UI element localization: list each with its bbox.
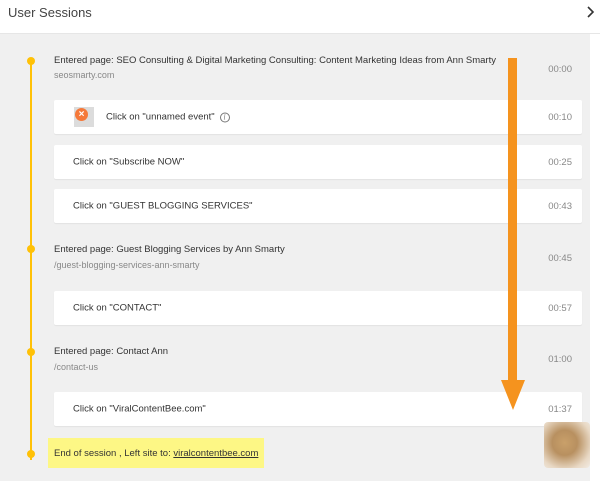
page-entry-title: Entered page: Contact Ann bbox=[54, 346, 169, 357]
end-of-session-text: End of session , Left site to: viralcont… bbox=[54, 448, 258, 459]
event-icon: × bbox=[74, 107, 94, 127]
click-event-label: Click on "CONTACT" bbox=[73, 302, 162, 314]
down-arrow-icon bbox=[501, 58, 525, 410]
page-entry-title: Entered page: Guest Blogging Services by… bbox=[54, 244, 285, 255]
entry-time: 01:00 bbox=[548, 354, 572, 365]
click-event-label: Click on "GUEST BLOGGING SERVICES" bbox=[73, 200, 253, 212]
entry-time: 00:43 bbox=[548, 201, 572, 212]
click-event-label: Click on "ViralContentBee.com" bbox=[73, 403, 206, 415]
page-entry-url[interactable]: /contact-us bbox=[54, 362, 98, 372]
entry-time: 00:00 bbox=[548, 64, 572, 75]
page-entry-url[interactable]: /guest-blogging-services-ann-smarty bbox=[54, 260, 200, 270]
timeline-dot bbox=[27, 348, 35, 356]
timeline-line bbox=[30, 60, 32, 460]
entry-time: 01:37 bbox=[548, 404, 572, 415]
info-icon[interactable]: i bbox=[219, 112, 230, 123]
header: User Sessions bbox=[0, 0, 600, 34]
entry-time: 00:25 bbox=[548, 157, 572, 168]
entry-time: 00:45 bbox=[548, 253, 572, 264]
exit-site-link[interactable]: viralcontentbee.com bbox=[173, 448, 258, 459]
click-event-label: Click on "unnamed event" bbox=[106, 111, 215, 123]
end-of-session-label: End of session , Left site to: bbox=[54, 448, 171, 459]
timeline-dot bbox=[27, 245, 35, 253]
timeline-dot bbox=[27, 450, 35, 458]
close-circle-icon: × bbox=[75, 108, 88, 121]
chevron-right-icon[interactable] bbox=[584, 2, 598, 22]
entry-time: 00:10 bbox=[548, 112, 572, 123]
timeline-dot bbox=[27, 57, 35, 65]
entry-time: 00:57 bbox=[548, 303, 572, 314]
avatar bbox=[544, 422, 590, 468]
page-entry-url[interactable]: seosmarty.com bbox=[54, 70, 114, 80]
click-event-label-wrap: Click on "unnamed event" i bbox=[106, 112, 230, 123]
page-entry-title: Entered page: SEO Consulting & Digital M… bbox=[54, 55, 496, 66]
panel-title: User Sessions bbox=[8, 5, 92, 20]
click-event-label: Click on "Subscribe NOW" bbox=[73, 156, 185, 168]
end-of-session-highlight: End of session , Left site to: viralcont… bbox=[48, 438, 264, 468]
